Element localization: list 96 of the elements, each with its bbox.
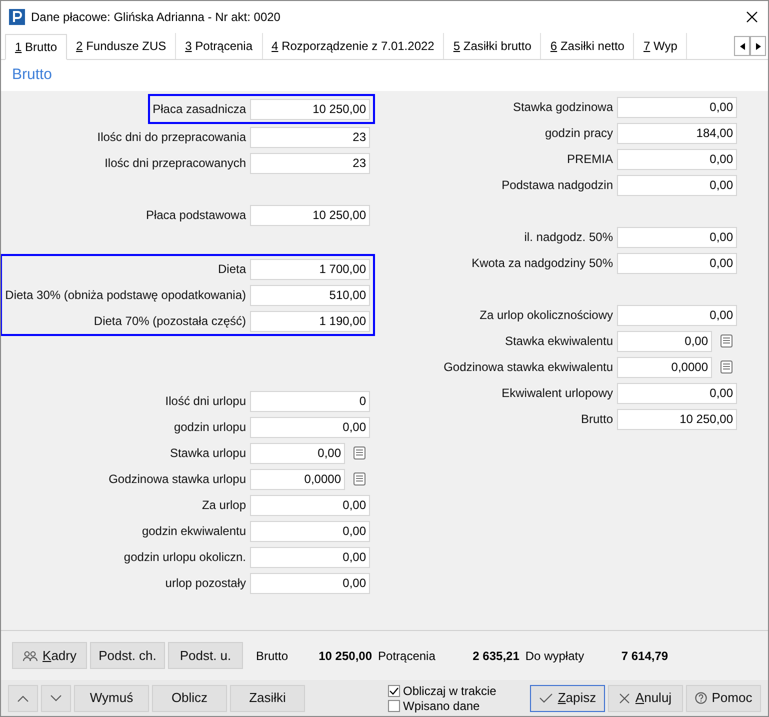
total-value: 7 614,79 [620, 648, 668, 664]
input-field[interactable]: 0,00 [250, 572, 370, 594]
chevron-up-icon [17, 694, 29, 702]
action-button[interactable]: Oblicz [152, 684, 227, 712]
list-icon[interactable] [353, 446, 366, 460]
field-label: godzin pracy [544, 125, 613, 142]
total-value: 10 250,00 [318, 648, 372, 664]
input-field[interactable]: 0,00 [250, 494, 370, 516]
list-icon[interactable] [720, 360, 733, 374]
field-label: PREMIA [566, 151, 613, 168]
tab[interactable]: 6 Zasiłki netto [541, 33, 634, 59]
total-label: Brutto [256, 648, 288, 664]
field-label: Za urlop okolicznościowy [480, 307, 613, 324]
field-label: Ilośc dni przepracowanych [104, 155, 246, 172]
field-label: Godzinowa stawka ekwiwalentu [444, 359, 613, 376]
field-label: Dieta [218, 261, 246, 278]
app-logo-icon [9, 9, 25, 25]
tab[interactable]: 1 Brutto [5, 34, 68, 60]
field-label: Podstawa nadgodzin [502, 177, 613, 194]
scroll-left-button[interactable] [734, 36, 750, 56]
checkbox-label: Obliczaj w trakcie [403, 682, 496, 700]
input-field[interactable]: 0 [250, 390, 370, 412]
checkbox[interactable] [388, 684, 400, 696]
input-field[interactable]: 0,0000 [250, 468, 345, 490]
input-field[interactable]: 0,00 [617, 304, 737, 326]
input-field[interactable]: 23 [250, 152, 370, 174]
list-icon[interactable] [720, 334, 733, 348]
field-label: Dieta 70% (pozostała część) [94, 313, 246, 330]
input-field[interactable]: 0,00 [250, 520, 370, 542]
input-field[interactable]: 0,00 [250, 416, 370, 438]
input-field[interactable]: 0,00 [617, 226, 737, 248]
field-label: Ilość dni urlopu [165, 393, 246, 410]
field-label: Kwota za nadgodziny 50% [472, 255, 613, 272]
input-field[interactable]: 1 190,00 [250, 310, 370, 332]
chevron-down-icon [50, 694, 62, 702]
checkbox-label: Wpisano dane [403, 698, 480, 714]
cancel-button[interactable]: Anuluj [608, 684, 683, 712]
input-field[interactable]: 0,00 [250, 442, 345, 464]
input-field[interactable]: 0,00 [250, 546, 370, 568]
total-label: Potrącenia [378, 648, 436, 664]
input-field[interactable]: 0,0000 [617, 356, 712, 378]
window-title: Dane płacowe: Glińska Adrianna - Nr akt: 0020 [31, 9, 280, 26]
help-icon [694, 692, 707, 704]
field-label: Ekwiwalent urlopowy [502, 385, 613, 402]
field-label: godzin urlopu okoliczn. [124, 549, 246, 566]
field-label: urlop pozostały [165, 575, 246, 592]
input-field[interactable]: 0,00 [617, 330, 712, 352]
left-arrow-icon [740, 42, 744, 50]
people-icon [22, 650, 38, 660]
input-field[interactable]: 510,00 [250, 284, 370, 306]
checkbox[interactable] [388, 700, 400, 712]
input-field[interactable]: 0,00 [617, 174, 737, 196]
tab[interactable]: 7 Wyp [634, 33, 688, 59]
field-label: Godzinowa stawka urlopu [108, 471, 246, 488]
input-field[interactable]: 23 [250, 126, 370, 148]
close-icon [619, 692, 630, 704]
field-label: Dieta 30% (obniża podstawę opodatkowania) [5, 287, 246, 304]
field-label: Za urlop [202, 497, 246, 514]
field-label: Ilośc dni do przepracowania [97, 129, 246, 146]
list-icon[interactable] [353, 472, 366, 486]
tab[interactable]: 3 Potrącenia [176, 33, 263, 59]
field-label: Brutto [580, 411, 613, 428]
input-field[interactable]: 0,00 [617, 148, 737, 170]
check-icon [538, 693, 553, 703]
input-field[interactable]: 10 250,00 [250, 204, 370, 226]
right-arrow-icon [756, 42, 760, 50]
input-field[interactable]: 0,00 [617, 96, 737, 118]
input-field[interactable]: 0,00 [617, 382, 737, 404]
field-label: Stawka urlopu [170, 445, 246, 462]
tab[interactable]: 5 Zasiłki brutto [444, 33, 542, 59]
input-field[interactable]: 10 250,00 [250, 98, 370, 120]
scroll-right-button[interactable] [750, 36, 766, 56]
tab[interactable]: 2 Fundusze ZUS [67, 33, 176, 59]
base-button[interactable]: Podst. ch. [90, 642, 165, 669]
input-field[interactable]: 184,00 [617, 122, 737, 144]
staff-button[interactable]: Kadry [12, 642, 87, 669]
close-icon[interactable] [746, 11, 758, 23]
field-label: Stawka godzinowa [512, 99, 613, 116]
field-label: godzin urlopu [174, 419, 246, 436]
input-field[interactable]: 10 250,00 [617, 408, 737, 430]
input-field[interactable]: 0,00 [617, 252, 737, 274]
ok-button[interactable]: Zapisz [530, 684, 605, 712]
field-label: Stawka ekwiwalentu [504, 333, 613, 350]
field-label: Płaca zasadnicza [152, 101, 246, 118]
total-label: Do wypłaty [525, 648, 584, 664]
action-button[interactable]: Zasiłki [230, 684, 305, 712]
field-label: il. nadgodz. 50% [524, 229, 613, 246]
section-title: Brutto [12, 65, 52, 86]
action-button[interactable]: Wymuś [74, 684, 149, 712]
base-button[interactable]: Podst. u. [168, 642, 243, 669]
field-label: Płaca podstawowa [146, 207, 246, 224]
field-label: godzin ekwiwalentu [142, 523, 246, 540]
input-field[interactable]: 1 700,00 [250, 258, 370, 280]
tab[interactable]: 4 Rozporządzenie z 7.01.2022 [262, 33, 444, 59]
total-value: 2 635,21 [472, 648, 520, 664]
help-button[interactable]: Pomoc [686, 684, 761, 712]
